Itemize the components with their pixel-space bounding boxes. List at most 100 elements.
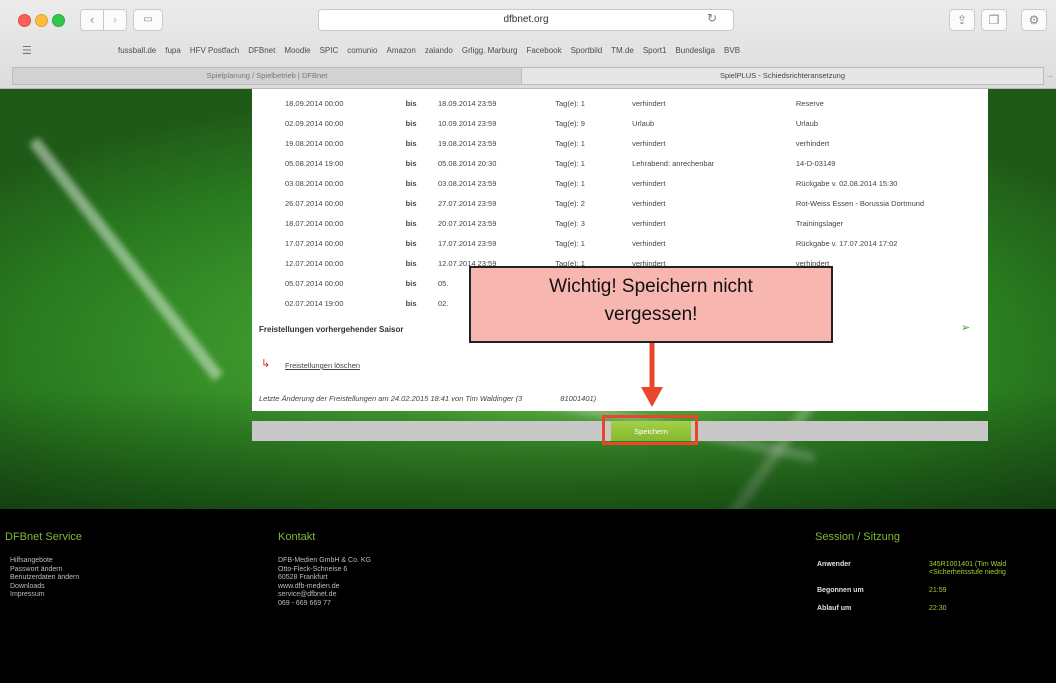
contact-line[interactable]: www.dfb-medien.de: [278, 583, 371, 592]
cell-status: verhindert: [632, 99, 666, 108]
session-label: Begonnen um: [817, 587, 864, 594]
cell-note: 14-D-03149: [795, 159, 836, 168]
bookmark-link[interactable]: TM.de: [611, 46, 634, 55]
bookmark-link[interactable]: Sport1: [643, 46, 667, 55]
table-row: 19.08.2014 00:00 bis 19.08.2014 23:59 Tag(e…: [252, 135, 988, 155]
cell-bis: bis: [405, 279, 417, 288]
previous-season-heading[interactable]: Freistellungen vorhergehender Saisor: [259, 325, 403, 334]
freistellungen-panel: 18.09.2014 00:00 bis 18.09.2014 23:59 Tag(e…: [252, 89, 988, 411]
table-row: 18.09.2014 00:00 bis 18.09.2014 23:59 Tag(e…: [252, 95, 988, 115]
site-footer: DFBnet Service Hilfsangebote Passwort änd…: [0, 509, 1056, 683]
footer-link[interactable]: Hilfsangebote: [10, 557, 79, 566]
cell-to: 27.07.2014 23:59: [438, 199, 497, 208]
close-window-button[interactable]: [18, 14, 31, 27]
footer-link[interactable]: Downloads: [10, 583, 79, 592]
cell-days: Tag(e): 3: [555, 219, 585, 228]
address-bar[interactable]: dfbnet.org ↻: [318, 9, 734, 31]
bookmark-link[interactable]: HFV Postfach: [190, 46, 239, 55]
share-button[interactable]: ⇪: [949, 9, 975, 31]
chevron-right-icon: ›: [112, 13, 118, 27]
sidebar-toggle-button[interactable]: ▭: [133, 9, 163, 31]
cell-from: 18.07.2014 00:00: [285, 219, 344, 228]
cell-bis: bis: [405, 219, 417, 228]
arrow-head: [641, 387, 663, 407]
table-row: 18.07.2014 00:00 bis 20.07.2014 23:59 Tag(e…: [252, 215, 988, 235]
browser-toolbar: ‹ › ▭ dfbnet.org ↻ ⇪ ❐ ⚙ ☰ fussball.de fu…: [0, 0, 1056, 89]
session-table: Anwender 345R1001401 (Tim Wald <Sicherheit…: [817, 561, 1006, 623]
bookmark-link[interactable]: BVB: [724, 46, 740, 55]
bookmarks-menu-icon[interactable]: ☰: [22, 44, 32, 57]
cell-from: 03.08.2014 00:00: [285, 179, 344, 188]
reload-icon[interactable]: ↻: [707, 11, 717, 25]
session-value-cell: 21:59: [929, 587, 1006, 605]
chevron-left-icon: ‹: [89, 13, 95, 27]
cell-from: 02.09.2014 00:00: [285, 119, 344, 128]
bookmarks-bar: ☰ fussball.de fupa HFV Postfach DFBnet Moodl…: [0, 40, 1056, 62]
bookmark-link[interactable]: fupa: [165, 46, 181, 55]
settings-button[interactable]: ⚙: [1021, 9, 1047, 31]
cell-from: 18.09.2014 00:00: [285, 99, 344, 108]
session-row: Anwender 345R1001401 (Tim Wald <Sicherheit…: [817, 561, 1006, 587]
footer-link[interactable]: Benutzerdaten ändern: [10, 574, 79, 583]
arrow-shaft: [649, 343, 655, 389]
cell-status: Lehrabend: anrechenbar: [632, 159, 715, 168]
cell-days: Tag(e): 1: [555, 99, 585, 108]
cell-from: 12.07.2014 00:00: [285, 259, 344, 268]
cell-to: 03.08.2014 23:59: [438, 179, 497, 188]
bookmark-link[interactable]: DFBnet: [248, 46, 275, 55]
gear-icon: ⚙: [1028, 13, 1040, 27]
callout-line-1: Wichtig! Speichern nicht: [549, 276, 753, 297]
back-button[interactable]: ‹: [80, 9, 104, 31]
session-value: 345R1001401 (Tim Wald: [929, 561, 1007, 568]
footer-link[interactable]: Impressum: [10, 591, 79, 600]
bookmark-link[interactable]: zalando: [425, 46, 453, 55]
cell-note: Reserve: [795, 99, 824, 108]
cell-days: Tag(e): 2: [555, 199, 585, 208]
cell-to: 17.07.2014 23:59: [438, 239, 497, 248]
bookmark-link[interactable]: Moodle: [284, 46, 310, 55]
tab-spielplanung[interactable]: Spielplanung / Spielbetrieb | DFBnet: [12, 67, 522, 85]
cell-from: 17.07.2014 00:00: [285, 239, 344, 248]
bookmark-link[interactable]: Bundesliga: [675, 46, 715, 55]
cell-days: Tag(e): 1: [555, 159, 585, 168]
bookmark-link[interactable]: fussball.de: [118, 46, 156, 55]
callout-text: Wichtig! Speichern nicht vergessen!: [471, 273, 831, 329]
cell-note: Rückgabe v. 02.08.2014 15:30: [795, 179, 898, 188]
cell-to: 05.08.2014 20:30: [438, 159, 497, 168]
cell-note: Rückgabe v. 17.07.2014 17:02: [795, 239, 898, 248]
contact-line: 069 - 669 669 77: [278, 599, 331, 607]
cell-bis: bis: [405, 239, 417, 248]
cell-to: 20.07.2014 23:59: [438, 219, 497, 228]
cell-from: 26.07.2014 00:00: [285, 199, 344, 208]
service-heading: DFBnet Service: [5, 531, 83, 543]
last-change-suffix: 81001401): [560, 394, 597, 403]
session-row: Begonnen um 21:59: [817, 587, 1006, 605]
session-heading: Session / Sitzung: [815, 531, 900, 543]
footer-link[interactable]: Passwort ändern: [10, 566, 79, 575]
save-button[interactable]: Speichern: [611, 421, 691, 441]
arrow-return-icon: ↳: [261, 357, 271, 370]
tab-overview-button[interactable]: ❐: [981, 9, 1007, 31]
delete-freistellungen-link[interactable]: Freistellungen löschen: [285, 361, 360, 370]
new-tab-icon[interactable]: →: [1043, 67, 1056, 83]
tab-spielplus[interactable]: SpielPLUS - Schiedsrichteransetzung: [521, 67, 1044, 85]
last-change-prefix: Letzte Änderung der Freistellungen am 24…: [259, 394, 523, 403]
zoom-window-button[interactable]: [52, 14, 65, 27]
minimize-window-button[interactable]: [35, 14, 48, 27]
cell-days: Tag(e): 1: [555, 179, 585, 188]
bookmark-link[interactable]: Amazon: [386, 46, 415, 55]
table-row: 05.08.2014 19:00 bis 05.08.2014 20:30 Tag(e…: [252, 155, 988, 175]
cell-bis: bis: [405, 119, 417, 128]
forward-button[interactable]: ›: [103, 9, 127, 31]
bookmark-link[interactable]: Sportbild: [571, 46, 603, 55]
last-change-info: Letzte Änderung der Freistellungen am 24…: [259, 394, 596, 403]
bookmark-link[interactable]: Grligg. Marburg: [462, 46, 518, 55]
page-viewport[interactable]: 18.09.2014 00:00 bis 18.09.2014 23:59 Tag(e…: [0, 89, 1056, 509]
bookmark-link[interactable]: Facebook: [526, 46, 561, 55]
bookmark-link[interactable]: comunio: [347, 46, 377, 55]
expand-icon[interactable]: ➢: [961, 321, 970, 334]
contact-line[interactable]: service@dfbnet.de: [278, 591, 371, 600]
bookmark-link[interactable]: SPIC: [320, 46, 339, 55]
cell-bis: bis: [405, 159, 417, 168]
table-row: 02.09.2014 00:00 bis 10.09.2014 23:59 Tag(e…: [252, 115, 988, 135]
